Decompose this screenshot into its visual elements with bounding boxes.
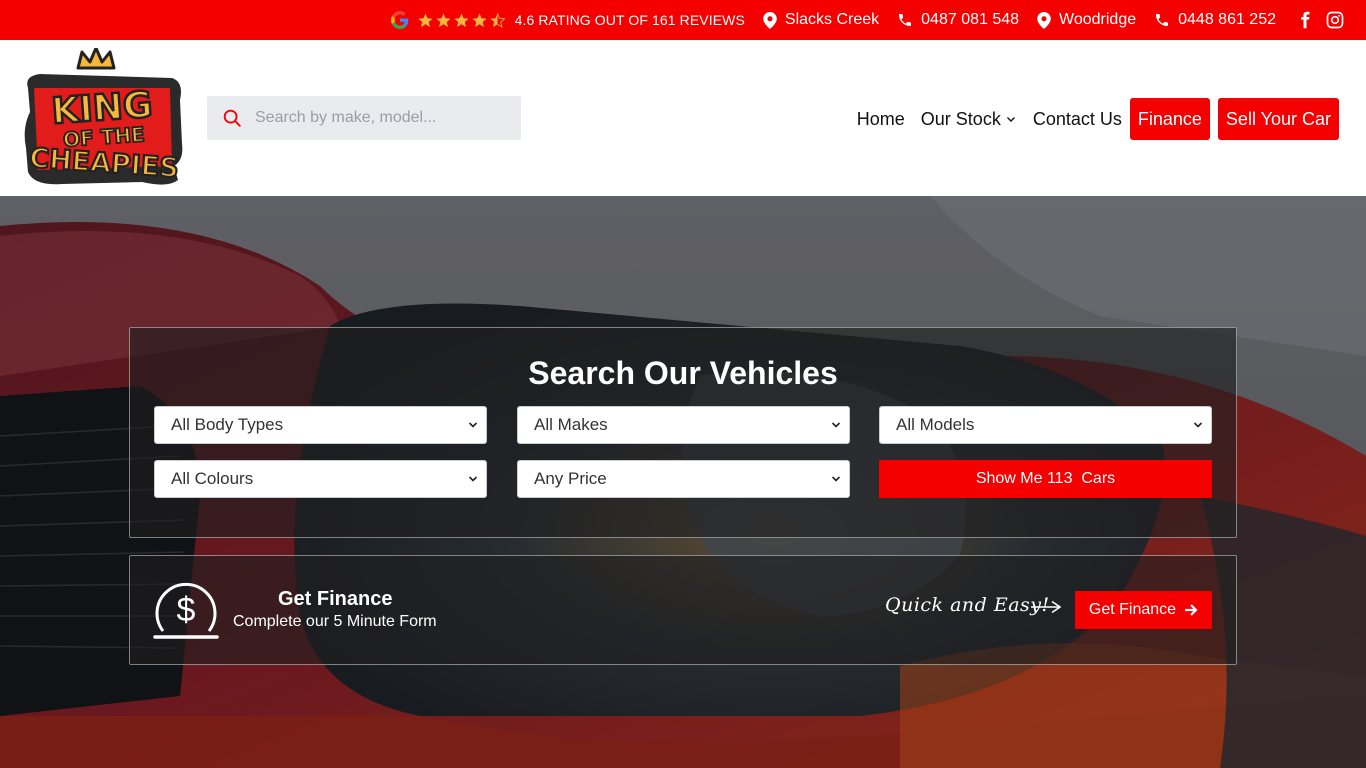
body-type-select[interactable]: All Body Types	[154, 406, 487, 444]
nav-contact-label: Contact Us	[1032, 108, 1122, 129]
google-rating[interactable]: 4.6 RATING OUT OF 161 REVIEWS	[390, 11, 763, 29]
svg-text:$: $	[177, 591, 196, 629]
nav-finance-label: Finance	[1137, 108, 1202, 129]
colour-value: All Colours	[171, 469, 254, 488]
map-pin-icon	[1037, 11, 1051, 29]
phone-icon	[899, 14, 912, 26]
arrow-right-icon	[1185, 604, 1198, 616]
search-input[interactable]	[255, 109, 505, 127]
phone-number: 0487 081 548	[921, 11, 1020, 28]
site-logo[interactable]: KING OF THE CHEAPIES	[22, 48, 184, 188]
site-header: KING OF THE CHEAPIES Home Our Stock Cont…	[0, 40, 1366, 196]
finance-subtitle: Complete our 5 Minute Form	[233, 613, 437, 630]
star-icon	[435, 12, 451, 27]
search-bar[interactable]	[207, 96, 521, 140]
chevron-down-icon	[1006, 117, 1015, 122]
nav-home[interactable]: Home	[857, 109, 905, 130]
map-pin-icon	[763, 11, 777, 29]
model-select[interactable]: All Models	[879, 406, 1212, 444]
star-icon	[471, 12, 487, 27]
rating-stars	[417, 12, 507, 29]
rating-text: 4.6 RATING OUT OF 161 REVIEWS	[514, 12, 745, 28]
search-panel-title: Search Our Vehicles	[528, 355, 838, 391]
facebook-icon[interactable]	[1296, 11, 1314, 29]
chevron-down-icon	[831, 422, 841, 428]
arrow-right-icon	[1031, 600, 1062, 614]
nav-our-stock[interactable]: Our Stock	[921, 109, 1017, 130]
chevron-down-icon	[1193, 422, 1203, 428]
model-value: All Models	[896, 415, 975, 434]
nav-sell-label: Sell Your Car	[1225, 108, 1331, 129]
location-woodridge[interactable]: Woodridge	[1037, 11, 1154, 29]
phone-woodridge[interactable]: 0448 861 252	[1154, 11, 1294, 29]
get-finance-label: Get Finance	[1088, 601, 1177, 618]
colour-select[interactable]: All Colours	[154, 460, 487, 498]
finance-banner: $ Get Finance Complete our 5 Minute Form…	[129, 555, 1237, 665]
star-icon	[453, 12, 469, 27]
nav-finance-button[interactable]: Finance	[1129, 98, 1210, 140]
body-type-value: All Body Types	[171, 415, 284, 434]
location-name: Slacks Creek	[784, 11, 880, 28]
finance-title: Get Finance	[278, 588, 393, 610]
hero-section: Search Our Vehicles All Body Types All M…	[0, 196, 1366, 768]
chevron-down-icon	[468, 476, 478, 482]
chevron-down-icon	[468, 422, 478, 428]
make-value: All Makes	[534, 415, 608, 434]
nav-contact-us[interactable]: Contact Us	[1033, 109, 1122, 130]
nav-home-label: Home	[856, 108, 905, 129]
dollar-icon: $	[153, 582, 219, 639]
location-name: Woodridge	[1059, 11, 1137, 28]
finance-tagline: Quick and Easy!	[885, 594, 1050, 616]
phone-slacks-creek[interactable]: 0487 081 548	[897, 11, 1037, 29]
phone-number: 0448 861 252	[1178, 11, 1276, 28]
star-icon	[417, 12, 433, 27]
chevron-down-icon	[831, 476, 841, 482]
nav-stock-label: Our Stock	[920, 108, 1001, 129]
location-slacks-creek[interactable]: Slacks Creek	[763, 11, 897, 29]
google-icon	[390, 11, 408, 29]
search-icon[interactable]	[221, 107, 243, 129]
make-select[interactable]: All Makes	[517, 406, 850, 444]
show-cars-button[interactable]: Show Me 113 Cars	[879, 460, 1212, 498]
get-finance-button[interactable]: Get Finance	[1075, 591, 1212, 629]
phone-icon	[1156, 14, 1169, 26]
top-bar: 4.6 RATING OUT OF 161 REVIEWS Slacks Cre…	[0, 0, 1366, 40]
vehicle-search-panel: Search Our Vehicles All Body Types All M…	[129, 327, 1237, 538]
half-star-icon	[489, 12, 506, 28]
price-value: Any Price	[534, 469, 607, 488]
price-select[interactable]: Any Price	[517, 460, 850, 498]
show-cars-label: Show Me 113 Cars	[975, 470, 1116, 487]
main-nav: Home Our Stock Contact Us Finance Sell Y…	[857, 98, 1339, 140]
nav-sell-your-car-button[interactable]: Sell Your Car	[1217, 98, 1339, 140]
instagram-icon[interactable]	[1326, 11, 1344, 29]
